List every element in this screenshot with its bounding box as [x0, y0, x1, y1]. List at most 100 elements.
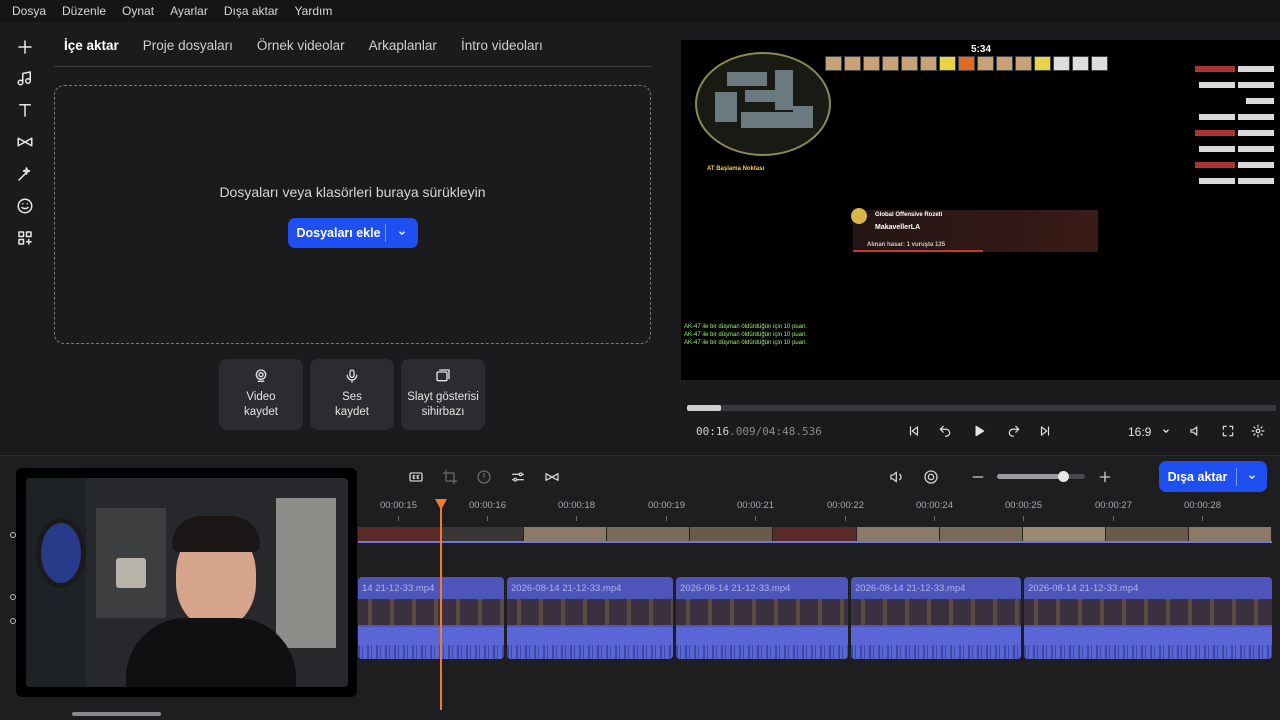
tab-sample-videos[interactable]: Örnek videolar [257, 38, 345, 53]
timeline-clip[interactable]: 2026-08-14 21-12-33.mp4 [1024, 577, 1272, 659]
record-audio-label: Ses kaydet [335, 391, 369, 418]
playhead-handle[interactable] [434, 498, 448, 512]
seek-progress [687, 405, 721, 411]
templates-grid-icon[interactable] [10, 223, 40, 253]
aspect-ratio-select[interactable]: 16:9 [1128, 425, 1171, 439]
webcam-overlay [16, 468, 357, 697]
left-rail [0, 22, 50, 452]
timeline-clip[interactable]: 14 21-12-33.mp4 [358, 577, 504, 659]
skip-forward-icon[interactable] [1037, 423, 1053, 439]
ruler-tick: 00:00:15 [380, 500, 417, 511]
current-time: 00:16 [696, 425, 730, 438]
hud-spawn-label: AT Başlama Noktası [707, 166, 765, 172]
timeline-clip[interactable]: 2026-08-14 21-12-33.mp4 [507, 577, 673, 659]
sticker-smile-icon[interactable] [10, 191, 40, 221]
ruler-tick: 00:00:24 [916, 500, 953, 511]
record-audio-button[interactable]: Ses kaydet [310, 359, 394, 430]
webcam-icon [255, 369, 267, 382]
zoom-slider-fill [997, 474, 1063, 479]
menu-bar: Dosya Düzenle Oynat Ayarlar Dışa aktar Y… [0, 0, 1280, 22]
ruler-tick: 00:00:21 [737, 500, 774, 511]
chat-line: AK-47 ile bir düşman öldürdüğün için 10 … [684, 324, 808, 330]
current-time-ms: .009 [729, 425, 756, 438]
color-icon[interactable] [922, 468, 940, 486]
badge-subtext: Alınan hasar: 1 vuruşta 135 [867, 242, 946, 248]
microphone-icon [346, 369, 358, 383]
settings-gear-icon[interactable] [1250, 423, 1266, 439]
drop-zone[interactable]: Dosyaları veya klasörleri buraya sürükle… [54, 85, 651, 344]
tab-project-files[interactable]: Proje dosyaları [143, 38, 233, 53]
hud-round-time: 5:34 [971, 44, 992, 55]
volume-icon[interactable] [1187, 423, 1203, 439]
rewind-icon[interactable] [937, 423, 953, 439]
adjust-sliders-icon[interactable] [509, 468, 527, 486]
zoom-slider-handle[interactable] [1058, 471, 1069, 482]
crop-icon[interactable] [441, 468, 459, 486]
ruler-tick: 00:00:27 [1095, 500, 1132, 511]
tab-import[interactable]: İçe aktar [64, 38, 119, 53]
clip-name: 2026-08-14 21-12-33.mp4 [855, 583, 966, 594]
skip-back-icon[interactable] [906, 423, 922, 439]
timeline-clip[interactable]: 2026-08-14 21-12-33.mp4 [676, 577, 848, 659]
menu-help[interactable]: Yardım [287, 4, 341, 18]
tab-intro-videos[interactable]: İntro videoları [461, 38, 543, 53]
timeline-ruler[interactable]: 00:00:15 00:00:16 00:00:18 00:00:19 00:0… [358, 496, 1280, 524]
export-label: Dışa aktar [1167, 469, 1228, 484]
transition-tool-icon[interactable] [543, 468, 561, 486]
menu-edit[interactable]: Düzenle [54, 4, 114, 18]
zoom-in-icon[interactable] [1096, 468, 1114, 486]
clip-name: 2026-08-14 21-12-33.mp4 [511, 583, 622, 594]
record-video-button[interactable]: Video kaydet [219, 359, 303, 430]
media-tabs: İçe aktar Proje dosyaları Örnek videolar… [64, 38, 567, 53]
seek-track[interactable] [687, 405, 1276, 411]
video-thumbnail-track[interactable] [358, 527, 1272, 542]
game-minimap [695, 52, 831, 156]
badge-player-name: MakavellerLA [875, 224, 921, 231]
record-video-label: Video kaydet [244, 391, 278, 418]
plus-icon[interactable] [10, 32, 40, 62]
split-audio-icon[interactable] [888, 468, 906, 486]
badge-title: Global Offensive Rozeti [875, 212, 943, 218]
timecode: 00:16.009/04:48.536 [696, 425, 822, 438]
timeline-clip[interactable]: 2026-08-14 21-12-33.mp4 [851, 577, 1021, 659]
menu-file[interactable]: Dosya [4, 4, 54, 18]
timeline-horizontal-scrollbar[interactable] [72, 712, 161, 716]
menu-play[interactable]: Oynat [114, 4, 162, 18]
ruler-tick: 00:00:22 [827, 500, 864, 511]
chat-line: AK-47 ile bir düşman öldürdüğün için 10 … [684, 340, 808, 346]
fullscreen-icon[interactable] [1220, 423, 1236, 439]
transition-icon[interactable] [10, 127, 40, 157]
chevron-down-icon[interactable] [1237, 472, 1267, 482]
webcam-feed [26, 478, 348, 687]
forward-icon[interactable] [1006, 423, 1022, 439]
total-duration: /04:48.536 [755, 425, 822, 438]
clip-name: 14 21-12-33.mp4 [362, 583, 435, 594]
chevron-down-icon[interactable] [386, 228, 418, 238]
music-note-icon[interactable] [10, 63, 40, 93]
menu-settings[interactable]: Ayarlar [162, 4, 216, 18]
ruler-tick: 00:00:16 [469, 500, 506, 511]
speed-icon[interactable] [475, 468, 493, 486]
hud-badge-panel: Global Offensive Rozeti MakavellerLA Alı… [851, 208, 1098, 252]
menu-export[interactable]: Dışa aktar [216, 4, 287, 18]
export-button[interactable]: Dışa aktar [1159, 461, 1267, 492]
zoom-out-icon[interactable] [969, 468, 987, 486]
chevron-down-icon [1162, 429, 1169, 434]
chat-line: AK-47 ile bir düşman öldürdüğün için 10 … [684, 332, 808, 338]
tab-backgrounds[interactable]: Arkaplanlar [369, 38, 437, 53]
text-icon[interactable] [10, 95, 40, 125]
tab-divider [54, 66, 652, 67]
play-icon[interactable] [971, 423, 987, 439]
effects-wand-icon[interactable] [10, 159, 40, 189]
hud-killfeed [1156, 64, 1274, 192]
add-files-label: Dosyaları ekle [296, 226, 381, 240]
playhead[interactable] [440, 500, 442, 710]
add-files-button[interactable]: Dosyaları ekle [288, 218, 418, 248]
video-track-line [358, 541, 1272, 543]
slideshow-wizard-button[interactable]: Slayt gösterisi sihirbazı [401, 359, 485, 430]
captions-icon[interactable] [407, 468, 425, 486]
ruler-tick: 00:00:28 [1184, 500, 1221, 511]
video-preview[interactable]: 5:34 AT Başlama Noktası Global Offensive… [681, 40, 1280, 380]
seek-bar[interactable] [681, 400, 1276, 416]
aspect-ratio-value: 16:9 [1128, 425, 1152, 439]
